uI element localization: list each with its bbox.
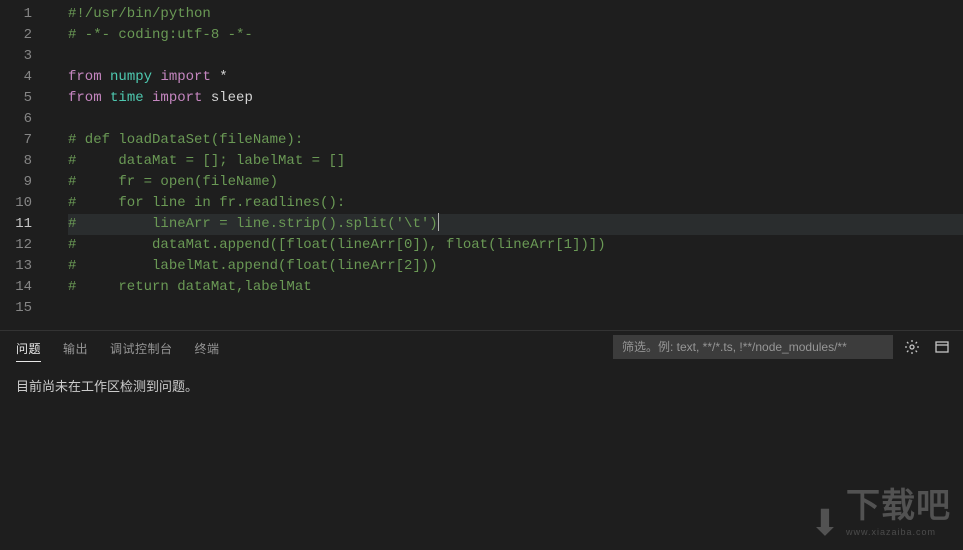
code-line[interactable]: #!/usr/bin/python <box>68 4 963 25</box>
tab-terminal[interactable]: 终端 <box>195 336 220 361</box>
gutter: 123456789101112131415 <box>0 0 50 330</box>
bottom-panel: 问题 输出 调试控制台 终端 目前尚未在工作区检测到问题。 <box>0 330 963 550</box>
text-cursor <box>438 213 439 231</box>
code-line[interactable]: # for line in fr.readlines(): <box>68 193 963 214</box>
line-number: 12 <box>0 235 32 256</box>
code-line[interactable]: # def loadDataSet(fileName): <box>68 130 963 151</box>
code-line[interactable]: # dataMat = []; labelMat = [] <box>68 151 963 172</box>
code-line[interactable]: # dataMat.append([float(lineArr[0]), flo… <box>68 235 963 256</box>
filter-input[interactable] <box>613 335 893 359</box>
no-problems-message: 目前尚未在工作区检测到问题。 <box>16 380 198 395</box>
line-number: 11 <box>0 214 32 235</box>
panel-tabs: 问题 输出 调试控制台 终端 <box>0 331 963 366</box>
collapse-icon[interactable] <box>931 336 953 358</box>
editor-area: 123456789101112131415 #!/usr/bin/python#… <box>0 0 963 330</box>
code-line[interactable]: # fr = open(fileName) <box>68 172 963 193</box>
gear-icon[interactable] <box>901 336 923 358</box>
code-line[interactable] <box>68 298 963 319</box>
panel-actions <box>613 335 953 359</box>
tab-problems[interactable]: 问题 <box>16 336 41 362</box>
line-number: 6 <box>0 109 32 130</box>
line-number: 5 <box>0 88 32 109</box>
line-number: 10 <box>0 193 32 214</box>
line-number: 2 <box>0 25 32 46</box>
line-number: 9 <box>0 172 32 193</box>
code-line[interactable]: # return dataMat,labelMat <box>68 277 963 298</box>
line-number: 15 <box>0 298 32 319</box>
line-number: 8 <box>0 151 32 172</box>
code-line[interactable]: # -*- coding:utf-8 -*- <box>68 25 963 46</box>
line-number: 3 <box>0 46 32 67</box>
tab-output[interactable]: 输出 <box>63 336 88 361</box>
line-number: 1 <box>0 4 32 25</box>
panel-body: 目前尚未在工作区检测到问题。 <box>0 366 963 405</box>
code-line[interactable]: # lineArr = line.strip().split('\t') <box>68 214 963 235</box>
line-number: 13 <box>0 256 32 277</box>
code-line[interactable]: from numpy import * <box>68 67 963 88</box>
line-number: 14 <box>0 277 32 298</box>
code-line[interactable]: from time import sleep <box>68 88 963 109</box>
code-content[interactable]: #!/usr/bin/python# -*- coding:utf-8 -*- f… <box>50 0 963 330</box>
line-number: 4 <box>0 67 32 88</box>
code-line[interactable] <box>68 46 963 67</box>
tab-debug-console[interactable]: 调试控制台 <box>110 336 173 361</box>
code-line[interactable] <box>68 109 963 130</box>
line-number: 7 <box>0 130 32 151</box>
code-line[interactable]: # labelMat.append(float(lineArr[2])) <box>68 256 963 277</box>
